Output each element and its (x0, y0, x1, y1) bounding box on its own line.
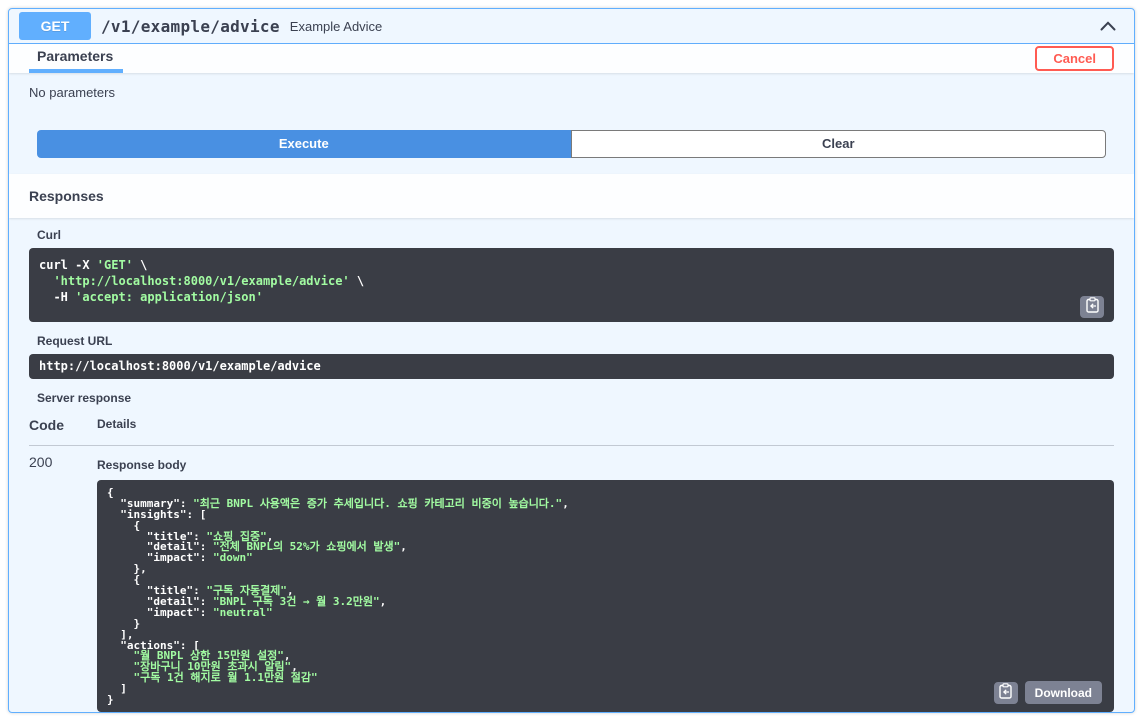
code-line: 'http://localhost:8000/v1/example/advice… (39, 273, 365, 288)
clear-button[interactable]: Clear (570, 129, 1106, 158)
code-line: "impact": "neutral" (107, 605, 273, 619)
code-line: curl -X 'GET' \ (39, 257, 148, 272)
code-line: "impact": "down" (107, 551, 253, 565)
curl-label: Curl (37, 227, 61, 242)
download-button[interactable]: Download (1024, 681, 1102, 704)
tab-parameters[interactable]: Parameters (29, 44, 124, 73)
code-column-header: Code (29, 416, 64, 433)
code-line: "insights": [ (107, 507, 207, 521)
copy-curl-button[interactable] (1080, 295, 1104, 318)
opblock-get: GET /v1/example/advice Example Advice Pa… (8, 8, 1135, 713)
collapse-button[interactable] (1096, 15, 1120, 38)
copy-to-clipboard-icon (1085, 297, 1100, 316)
code-line: "detail": "전체 BNPL의 52%가 쇼핑에서 발생", (107, 540, 407, 554)
status-code: 200 (29, 453, 53, 470)
server-response-label: Server response (37, 390, 132, 405)
opblock-summary[interactable]: GET /v1/example/advice Example Advice (9, 9, 1134, 44)
code-line: ] (107, 682, 127, 696)
page: GET /v1/example/advice Example Advice Pa… (0, 0, 1143, 721)
code-line: "summary": "최근 BNPL 사용액은 증가 추세입니다. 쇼핑 카테… (107, 496, 569, 510)
execute-button[interactable]: Execute (37, 129, 571, 158)
endpoint-path: /v1/example/advice (101, 16, 280, 36)
code-line: ], (107, 627, 134, 641)
code-line: -H 'accept: application/json' (39, 289, 263, 304)
request-url-value: http://localhost:8000/v1/example/advice (39, 358, 321, 373)
parameters-header-right: Cancel (1035, 44, 1114, 73)
request-url-block: http://localhost:8000/v1/example/advice (29, 353, 1114, 379)
copy-response-button[interactable] (993, 681, 1018, 704)
responses-header: Responses (9, 173, 1134, 218)
code-line: } (107, 616, 141, 630)
copy-to-clipboard-icon (998, 683, 1013, 702)
code-line: "구독 1건 해지로 월 1.1만원 절감" (133, 671, 318, 685)
chevron-up-icon (1100, 19, 1116, 34)
execute-row: Execute Clear (9, 129, 1134, 174)
response-body-label: Response body (97, 457, 187, 472)
parameters-body: No parameters (9, 73, 1134, 130)
curl-command-block: curl -X 'GET' \ 'http://localhost:8000/v… (29, 247, 1114, 322)
endpoint-summary: Example Advice (289, 18, 383, 34)
request-url-label: Request URL (37, 333, 113, 348)
code-line: } (107, 693, 114, 707)
code-line: }, (107, 562, 147, 576)
parameters-header: Parameters Cancel (9, 44, 1134, 73)
no-parameters-text: No parameters (29, 84, 115, 100)
response-body-actions: Download (993, 681, 1102, 704)
responses-title: Responses (29, 187, 104, 204)
response-details: Response body { "summary": "최근 BNPL 사용액은… (97, 454, 1114, 712)
cancel-button[interactable]: Cancel (1035, 45, 1114, 71)
details-column-header: Details (97, 416, 137, 431)
response-row-200: 200 Response body { "summary": "최근 BNPL … (29, 446, 1114, 712)
responses-inner: Curl curl -X 'GET' \ 'http://localhost:8… (9, 218, 1134, 712)
method-badge: GET (19, 12, 91, 40)
response-body-block: { "summary": "최근 BNPL 사용액은 증가 추세입니다. 쇼핑 … (97, 479, 1114, 712)
response-table-head: Code Details (29, 417, 1114, 446)
response-body-code: { "summary": "최근 BNPL 사용액은 증가 추세입니다. 쇼핑 … (107, 487, 1104, 707)
curl-code: curl -X 'GET' \ 'http://localhost:8000/v… (39, 257, 1104, 305)
